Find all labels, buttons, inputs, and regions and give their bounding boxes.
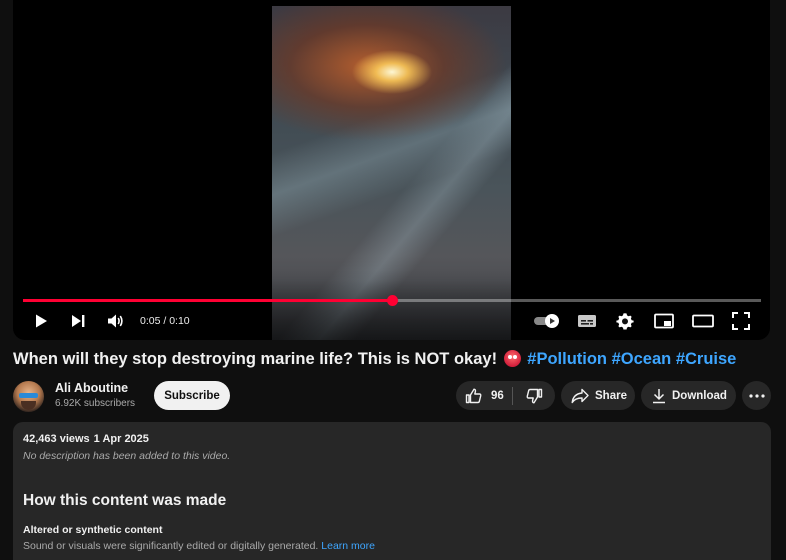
dislike-button[interactable] — [513, 381, 555, 410]
miniplayer-button[interactable] — [653, 309, 675, 333]
video-title-text: When will they stop destroying marine li… — [13, 350, 498, 368]
download-label: Download — [672, 389, 727, 402]
settings-button[interactable] — [614, 309, 636, 333]
time-current: 0:05 — [140, 315, 161, 327]
altered-content-text: Sound or visuals were significantly edit… — [23, 540, 375, 552]
share-icon — [571, 388, 589, 403]
share-button[interactable]: Share — [561, 381, 635, 410]
captions-icon — [578, 315, 596, 327]
like-dislike-group: 96 — [456, 381, 555, 410]
miniplayer-icon — [654, 313, 674, 329]
altered-content-title: Altered or synthetic content — [23, 524, 163, 536]
progress-bar-played — [23, 299, 392, 302]
altered-content-desc: Sound or visuals were significantly edit… — [23, 540, 319, 552]
theater-mode-button[interactable] — [691, 309, 715, 333]
subscribe-button[interactable]: Subscribe — [154, 381, 230, 410]
autoplay-toggle-icon — [534, 314, 559, 328]
learn-more-link[interactable]: Learn more — [321, 540, 375, 552]
video-title: When will they stop destroying marine li… — [13, 350, 736, 369]
video-meta: 42,463 views 1 Apr 2025 — [23, 433, 149, 445]
thumbs-up-icon — [465, 388, 482, 403]
progress-scrubber-handle[interactable] — [387, 295, 398, 306]
next-video-button[interactable] — [67, 309, 89, 333]
fullscreen-icon — [732, 312, 750, 330]
time-total: 0:10 — [169, 315, 190, 327]
hashtag-link[interactable]: #Cruise — [676, 350, 737, 368]
hashtag-link[interactable]: #Pollution — [527, 350, 607, 368]
download-button[interactable]: Download — [641, 381, 736, 410]
avatar-beard — [21, 401, 36, 410]
fullscreen-button[interactable] — [730, 309, 752, 333]
share-label: Share — [595, 389, 627, 402]
content-origin-heading: How this content was made — [23, 492, 227, 509]
mute-button[interactable] — [105, 309, 127, 333]
autoplay-toggle[interactable] — [532, 309, 562, 333]
theater-mode-icon — [692, 314, 714, 328]
progress-bar[interactable] — [23, 295, 761, 306]
time-display: 0:05 / 0:10 — [140, 315, 190, 327]
like-button[interactable]: 96 — [456, 381, 512, 410]
time-separator: / — [160, 315, 170, 327]
thumbs-down-icon — [526, 388, 542, 403]
description-box[interactable]: 42,463 views 1 Apr 2025 No description ha… — [13, 422, 771, 560]
settings-icon — [616, 313, 634, 330]
hashtag-link[interactable]: #Ocean — [612, 350, 672, 368]
avatar-glasses — [19, 393, 38, 398]
video-player[interactable]: 0:05 / 0:10 — [13, 0, 770, 340]
channel-avatar[interactable] — [13, 381, 44, 412]
more-actions-button[interactable] — [742, 381, 771, 410]
more-horizontal-icon — [748, 393, 765, 398]
next-icon — [72, 315, 85, 327]
play-icon — [36, 314, 47, 328]
channel-name[interactable]: Ali Aboutine — [55, 381, 128, 395]
like-count: 96 — [491, 389, 504, 402]
volume-icon — [108, 314, 123, 328]
subscriber-count: 6.92K subscribers — [55, 398, 136, 409]
upload-date: 1 Apr 2025 — [93, 433, 149, 445]
play-button[interactable] — [30, 309, 52, 333]
angry-face-emoji-icon — [503, 350, 521, 367]
captions-button[interactable] — [576, 309, 598, 333]
view-count: 42,463 views — [23, 433, 90, 445]
no-description-text: No description has been added to this vi… — [23, 450, 231, 462]
download-icon — [653, 388, 665, 403]
